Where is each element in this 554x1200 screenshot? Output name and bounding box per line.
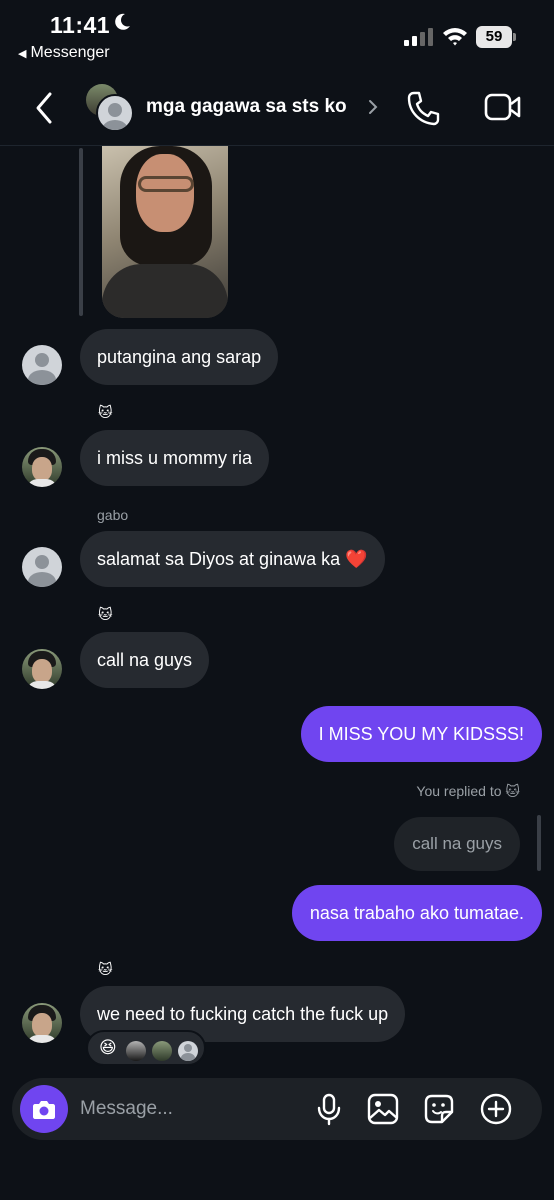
back-app-label: Messenger (30, 44, 110, 61)
message-bubble-incoming[interactable]: call na guys (80, 632, 210, 688)
status-bar: 11:41 ◀ Messenger 59 (0, 0, 554, 70)
video-camera-icon[interactable] (484, 92, 522, 122)
reactions-bar[interactable]: 😆 (86, 1030, 206, 1066)
sticker-icon[interactable] (422, 1092, 456, 1126)
chat-title[interactable]: mga gagawa sa sts ko (146, 96, 347, 118)
sender-avatar-default[interactable] (22, 547, 62, 587)
message-bubble-incoming[interactable]: putangina ang sarap (80, 329, 279, 385)
back-to-app-link[interactable]: ◀ Messenger (18, 44, 110, 62)
reactor-avatar (152, 1041, 172, 1061)
back-chevron-icon[interactable] (30, 90, 58, 126)
reply-thread-line (79, 148, 83, 316)
phone-icon[interactable] (406, 90, 440, 126)
reaction-emoji: 😆 (99, 1038, 117, 1057)
shared-photo[interactable] (102, 146, 228, 318)
image-icon[interactable] (366, 1092, 400, 1126)
reactor-avatar-default (178, 1041, 198, 1061)
message-composer (12, 1078, 542, 1140)
status-time: 11:41 (50, 12, 111, 38)
sender-name: 🐱 (98, 404, 113, 420)
member-avatar-default (96, 94, 134, 132)
wifi-icon (443, 28, 467, 46)
sender-name: 🐱 (98, 961, 113, 977)
replied-to-label: You replied to 🐱 (416, 783, 520, 799)
sender-avatar-photo[interactable] (22, 447, 62, 487)
camera-icon (33, 1101, 55, 1119)
message-bubble-incoming[interactable]: salamat sa Diyos at ginawa ka ❤️ (80, 531, 385, 587)
message-bubble-incoming[interactable]: i miss u mommy ria (80, 430, 270, 486)
quoted-message[interactable]: call na guys (394, 817, 520, 871)
chevron-right-icon[interactable] (367, 98, 379, 116)
message-bubble-outgoing[interactable]: I MISS YOU MY KIDSSS! (300, 706, 542, 762)
group-avatar[interactable] (86, 84, 134, 132)
sender-avatar-default[interactable] (22, 345, 62, 385)
sender-avatar-photo[interactable] (22, 1003, 62, 1043)
chat-header: mga gagawa sa sts ko (0, 70, 554, 146)
battery-indicator: 59 (476, 26, 516, 48)
sender-avatar-photo[interactable] (22, 649, 62, 689)
reactor-avatar (126, 1041, 146, 1061)
sender-name: gabo (97, 507, 129, 523)
message-bubble-outgoing[interactable]: nasa trabaho ako tumatae. (291, 885, 542, 941)
battery-level: 59 (476, 26, 512, 48)
sender-name: 🐱 (98, 606, 113, 622)
scrollbar[interactable] (537, 815, 541, 871)
moon-icon (115, 13, 130, 30)
camera-button[interactable] (20, 1085, 68, 1133)
message-input[interactable] (80, 1095, 300, 1123)
microphone-icon[interactable] (312, 1092, 346, 1126)
back-triangle-icon: ◀ (18, 48, 27, 60)
plus-circle-icon[interactable] (479, 1092, 513, 1126)
signal-icon (404, 28, 433, 46)
